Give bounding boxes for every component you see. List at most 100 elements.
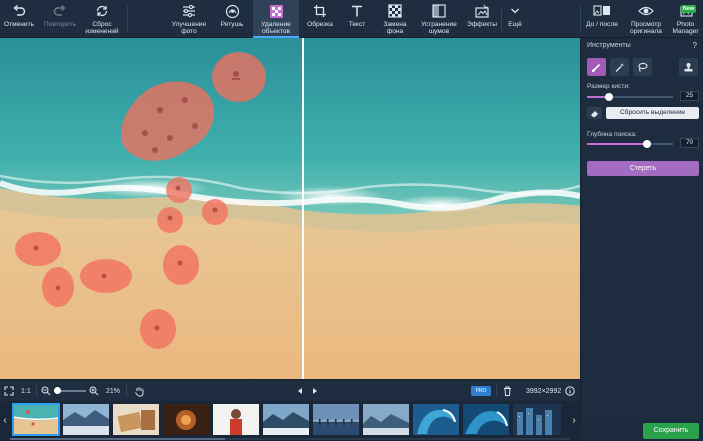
filmstrip-thumbnail[interactable] — [63, 404, 109, 435]
effects-button[interactable]: Эффекты — [464, 0, 500, 38]
new-badge: New — [681, 5, 696, 13]
refresh-icon — [93, 3, 111, 19]
undo-label: Отменить — [3, 21, 35, 28]
redo-label: Повторить — [43, 21, 77, 28]
redo-icon — [51, 3, 69, 19]
bottom-divider — [126, 385, 127, 397]
toolbar-divider — [501, 6, 502, 32]
bottom-divider — [36, 385, 37, 397]
tools-title: Инструменты — [587, 42, 631, 49]
erase-button[interactable]: Стереть — [587, 161, 699, 176]
brush-size-knob[interactable] — [604, 93, 613, 101]
lasso-tool-button[interactable] — [633, 58, 652, 76]
zoom-out-icon[interactable] — [41, 380, 51, 402]
retouch-icon — [223, 3, 241, 19]
more-label: Ещё — [508, 21, 522, 28]
filmstrip-thumbnail[interactable] — [12, 403, 60, 436]
filmstrip-thumbnail[interactable] — [463, 404, 509, 435]
hand-tool-icon[interactable] — [134, 380, 144, 402]
undo-button[interactable]: Отменить — [0, 0, 38, 38]
replace-background-icon — [386, 3, 404, 19]
zoom-slider-knob[interactable] — [54, 387, 61, 394]
filmstrip-scroll-thumb[interactable] — [10, 438, 225, 440]
search-depth-knob[interactable] — [643, 140, 652, 148]
search-depth-value[interactable]: 70 — [680, 138, 699, 148]
help-icon[interactable]: ? — [693, 41, 697, 50]
save-button[interactable]: Сохранить — [643, 423, 699, 439]
chevron-down-icon — [506, 3, 524, 19]
pro-badge[interactable]: PRO — [471, 380, 491, 402]
replace-background-button[interactable]: Замена фона — [376, 0, 414, 38]
zoom-slider[interactable] — [54, 387, 86, 394]
filmstrip-right-arrow[interactable]: › — [569, 403, 579, 437]
filmstrip: ‹ › — [0, 401, 580, 441]
view-original-button[interactable]: Просмотр оригинала — [625, 0, 667, 38]
crop-button[interactable]: Обрезка — [302, 0, 338, 38]
lasso-icon — [638, 62, 648, 72]
remove-objects-label: Удаление объектов — [261, 21, 291, 36]
undo-icon — [10, 3, 28, 19]
replace-background-label: Замена фона — [383, 21, 407, 36]
pro-badge-label: PRO — [471, 386, 491, 396]
top-toolbar: Отменить Повторить Сброс изменений Улучш… — [0, 0, 703, 38]
denoise-button[interactable]: Устранение шумов — [416, 0, 462, 38]
magic-wand-tool-button[interactable] — [610, 58, 629, 76]
before-after-divider[interactable] — [302, 38, 304, 379]
retouch-button[interactable]: Ретушь — [214, 0, 250, 38]
bottom-toolbar: 1:1 21% PRO 3992×2992 — [0, 379, 580, 401]
reset-changes-label: Сброс изменений — [85, 21, 119, 36]
eraser-button[interactable] — [587, 107, 602, 119]
reset-selection-button[interactable]: Сбросить выделение — [606, 107, 699, 119]
text-label: Текст — [348, 21, 366, 28]
fit-screen-icon[interactable] — [4, 380, 14, 402]
search-depth-label: Глубина поиска: — [587, 131, 637, 138]
enhance-photo-button[interactable]: Улучшение фото — [166, 0, 212, 38]
filmstrip-thumbnail[interactable] — [213, 404, 259, 435]
before-after-label: До / после — [586, 21, 618, 28]
sliders-icon — [180, 3, 198, 19]
toolbar-divider — [127, 6, 128, 32]
next-image-icon[interactable] — [311, 380, 319, 402]
brush-size-value[interactable]: 25 — [680, 91, 699, 101]
image-canvas[interactable] — [0, 38, 580, 379]
filmstrip-thumbnail[interactable] — [113, 404, 159, 435]
search-depth-slider[interactable] — [587, 140, 673, 148]
brush-icon — [591, 63, 601, 72]
filmstrip-thumbnail[interactable] — [263, 404, 309, 435]
filmstrip-thumbnail[interactable] — [363, 404, 409, 435]
actual-size-button[interactable]: 1:1 — [21, 380, 31, 402]
before-after-button[interactable]: До / после — [583, 0, 621, 38]
reset-changes-button[interactable]: Сброс изменений — [82, 0, 122, 38]
previous-image-icon[interactable] — [296, 380, 304, 402]
zoom-in-icon[interactable] — [89, 380, 99, 402]
more-button[interactable]: Ещё — [503, 0, 527, 38]
filmstrip-scrollbar[interactable] — [10, 438, 570, 440]
remove-objects-icon — [267, 3, 285, 19]
effects-label: Эффекты — [467, 21, 497, 28]
text-button[interactable]: Текст — [340, 0, 374, 38]
bottom-divider — [496, 385, 497, 397]
trash-icon[interactable] — [503, 380, 512, 402]
retouch-label: Ретушь — [220, 21, 244, 28]
enhance-photo-label: Улучшение фото — [171, 21, 207, 36]
eye-icon — [637, 3, 655, 19]
eraser-icon — [591, 110, 598, 117]
remove-objects-button[interactable]: Удаление объектов — [253, 0, 299, 38]
photo-manager-label: Photo Manager — [672, 21, 699, 36]
filmstrip-thumbnail[interactable] — [313, 404, 359, 435]
filmstrip-thumbnail[interactable] — [513, 404, 561, 435]
beach-photo — [0, 38, 580, 379]
text-icon — [348, 3, 366, 19]
brush-size-label: Размер кисти: — [587, 83, 630, 90]
before-after-icon — [593, 3, 611, 19]
filmstrip-thumbnail[interactable] — [163, 404, 209, 435]
stamp-tool-button[interactable] — [679, 58, 698, 76]
brush-size-slider[interactable] — [587, 93, 673, 101]
filmstrip-thumbnail[interactable] — [413, 404, 459, 435]
search-depth-fill — [587, 143, 648, 145]
redo-button[interactable]: Повторить — [40, 0, 80, 38]
brush-tool-button[interactable] — [587, 58, 606, 76]
info-icon[interactable] — [565, 380, 575, 402]
filmstrip-left-arrow[interactable]: ‹ — [0, 403, 10, 437]
view-original-label: Просмотр оригинала — [630, 21, 662, 36]
